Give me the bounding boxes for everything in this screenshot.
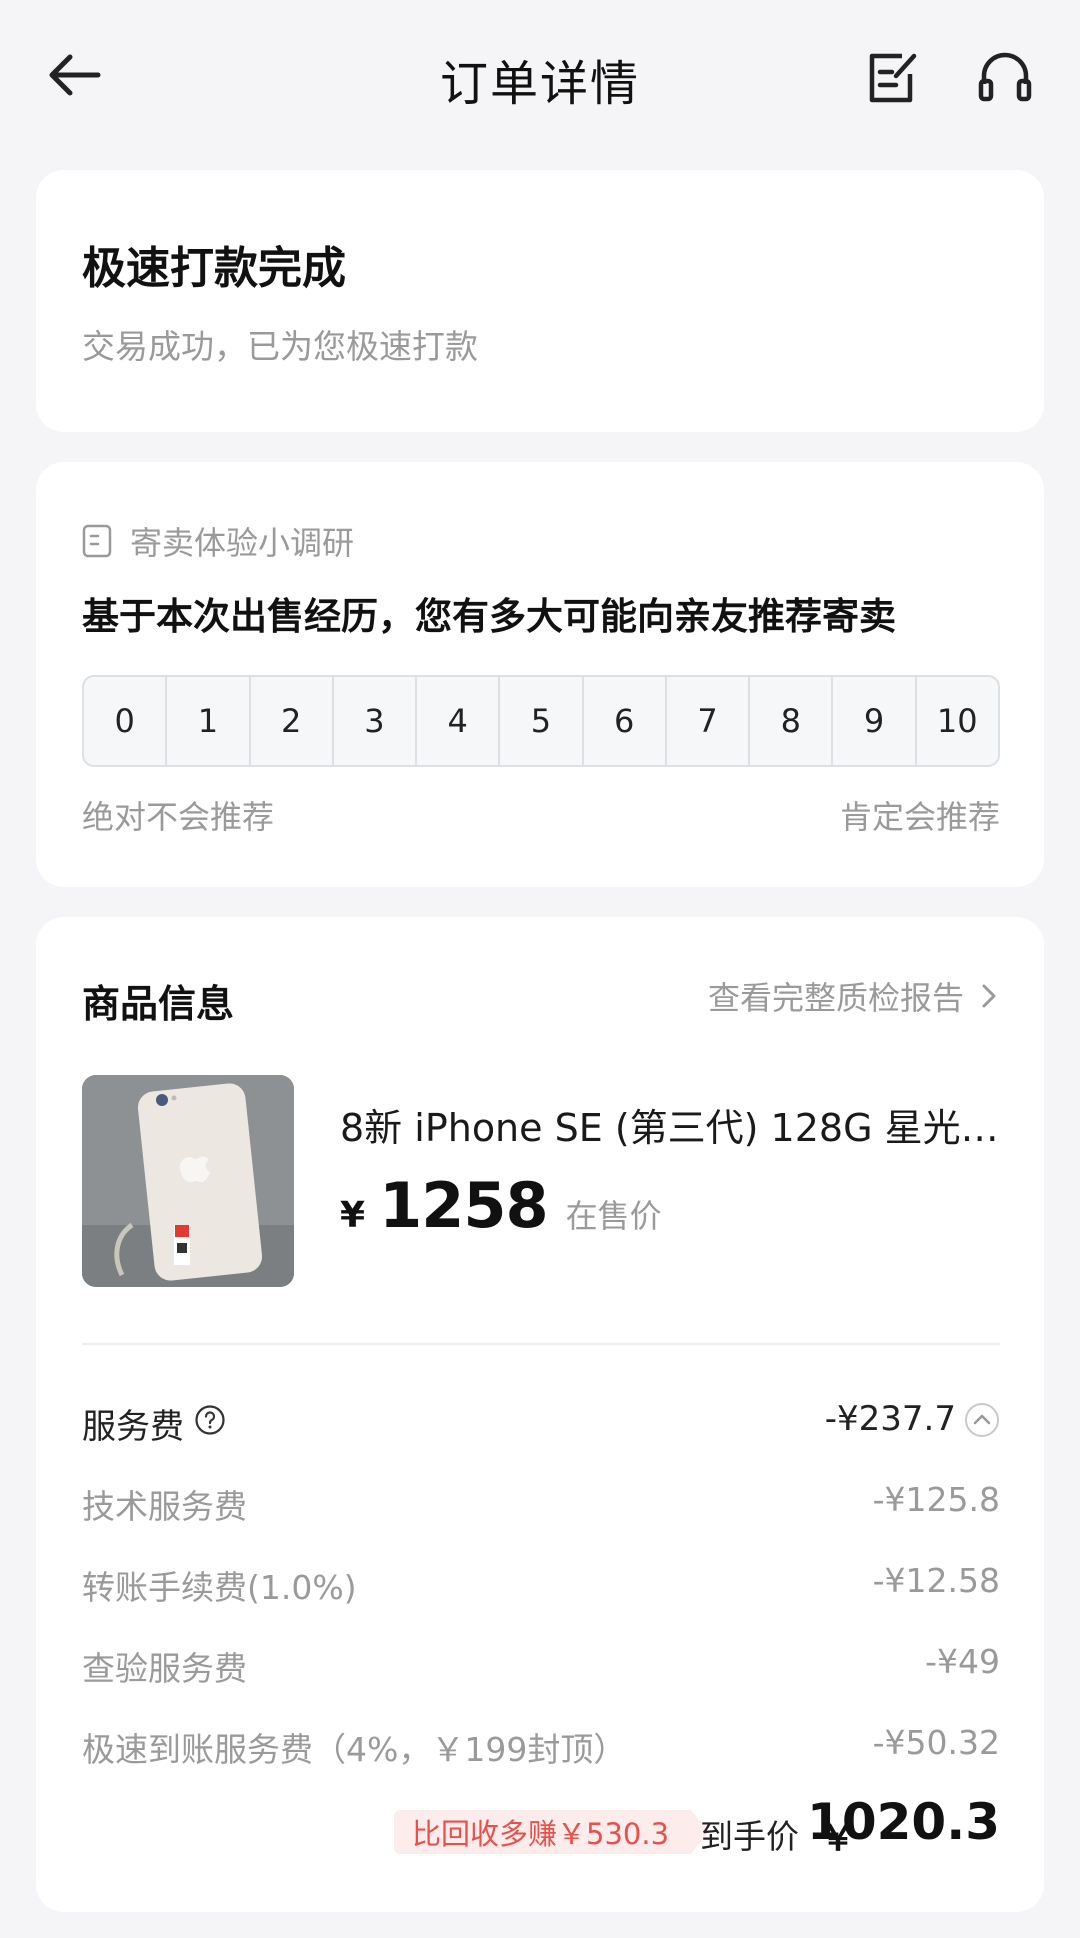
product-price: 1258 [379, 1169, 549, 1242]
inspection-report-label: 查看完整质检报告 [707, 979, 964, 1017]
score-option-9[interactable]: 9 [833, 677, 917, 765]
score-option-0[interactable]: 0 [84, 677, 168, 765]
score-option-2[interactable]: 2 [251, 677, 334, 765]
survey-card: 寄卖体验小调研 基于本次出售经历，您有多大可能向亲友推荐寄卖 0 1 2 3 4… [36, 462, 1044, 887]
score-low-label: 绝对不会推荐 [82, 798, 275, 836]
score-option-6[interactable]: 6 [584, 677, 667, 765]
help-icon[interactable] [194, 1404, 226, 1436]
score-high-label: 肯定会推荐 [839, 798, 1000, 836]
status-card: 极速打款完成 交易成功，已为您极速打款 [36, 170, 1044, 432]
goods-card: 商品信息 查看完整质检报告 8新 iPhone SE (第三代) 128G 星光… [36, 917, 1044, 1912]
survey-note-icon [82, 524, 112, 558]
score-option-4[interactable]: 4 [417, 677, 501, 765]
score-option-5[interactable]: 5 [500, 677, 584, 765]
fee-item-label: 技术服务费 [82, 1487, 247, 1526]
fee-item-value: -¥50.32 [872, 1723, 1000, 1762]
fee-item-label: 极速到账服务费（4%，￥199封顶） [82, 1730, 627, 1769]
page-title: 订单详情 [439, 56, 640, 112]
earn-more-badge: 比回收多赚￥530.3 [394, 1810, 710, 1854]
service-fee-total: -¥237.7 [824, 1399, 956, 1439]
service-fee-label: 服务费 [82, 1407, 184, 1447]
divider [82, 1343, 1000, 1345]
product-image[interactable] [82, 1075, 294, 1287]
edit-note-icon [869, 53, 917, 103]
product-name[interactable]: 8新 iPhone SE (第三代) 128G 星光色 国行 [340, 1097, 1020, 1152]
edit-button[interactable] [866, 52, 918, 104]
score-selector: 0 1 2 3 4 5 6 7 8 9 10 [82, 675, 1000, 767]
survey-question: 基于本次出售经历，您有多大可能向亲友推荐寄卖 [82, 595, 896, 638]
status-title: 极速打款完成 [82, 243, 346, 294]
price-tag: 在售价 [565, 1197, 662, 1235]
fee-item-value: -¥125.8 [872, 1480, 1000, 1519]
chevron-right-icon [982, 984, 996, 1008]
score-option-3[interactable]: 3 [334, 677, 418, 765]
net-price-value: 1020.3 [807, 1793, 1000, 1851]
survey-tag: 寄卖体验小调研 [82, 518, 354, 564]
score-option-7[interactable]: 7 [667, 677, 751, 765]
customer-service-button[interactable] [978, 50, 1032, 104]
goods-section-title: 商品信息 [82, 982, 235, 1026]
inspection-report-link[interactable]: 查看完整质检报告 [708, 973, 1000, 1019]
chevron-up-icon[interactable] [964, 1402, 1000, 1438]
score-option-1[interactable]: 1 [167, 677, 251, 765]
fee-item-value: -¥12.58 [872, 1561, 1000, 1600]
survey-tag-label: 寄卖体验小调研 [130, 524, 355, 562]
headset-icon [978, 52, 1032, 102]
net-price-label: 到手价 [700, 1817, 799, 1856]
price-row: ¥ 1258 在售价 [340, 1169, 662, 1242]
fee-item-value: -¥49 [925, 1642, 1000, 1681]
score-option-10[interactable]: 10 [917, 677, 998, 765]
fee-item-label: 查验服务费 [82, 1649, 247, 1688]
header-bar: 订单详情 [0, 0, 1080, 150]
status-description: 交易成功，已为您极速打款 [82, 327, 478, 366]
price-currency: ¥ [340, 1195, 366, 1236]
fee-item-label: 转账手续费(1.0%) [82, 1568, 357, 1607]
score-option-8[interactable]: 8 [750, 677, 834, 765]
